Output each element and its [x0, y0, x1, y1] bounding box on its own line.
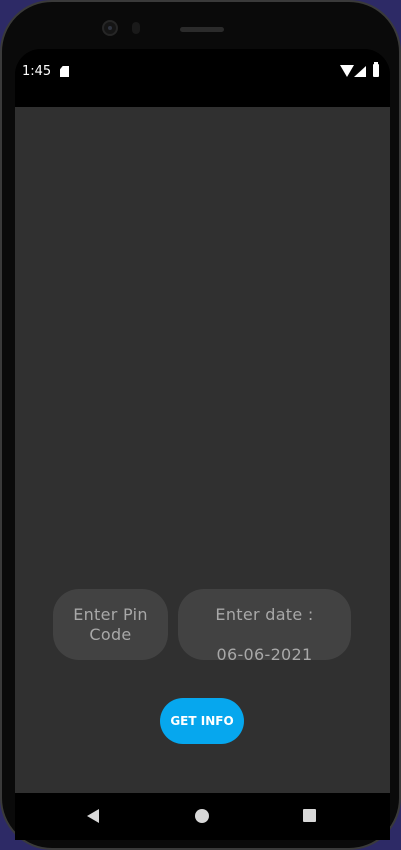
sd-card-icon [60, 66, 69, 77]
front-camera [102, 20, 118, 36]
phone-frame: 1:45 Enter Pin Code Enter date : 06-06-2… [0, 0, 401, 850]
pin-code-input[interactable]: Enter Pin Code [53, 589, 168, 660]
earpiece-speaker [180, 27, 224, 32]
date-input[interactable]: Enter date : 06-06-2021 [178, 589, 351, 664]
status-time: 1:45 [22, 64, 52, 79]
date-value: 06-06-2021 [216, 644, 313, 664]
date-label: Enter date : [215, 604, 314, 624]
navigation-bar [15, 793, 390, 840]
wifi-icon [340, 65, 354, 77]
date-text: Enter date : 06-06-2021 [215, 585, 313, 665]
pin-code-placeholder: Enter Pin Code [73, 604, 148, 644]
home-icon[interactable] [195, 809, 209, 823]
status-bar: 1:45 [15, 49, 390, 107]
proximity-sensor [132, 22, 140, 34]
battery-icon [373, 62, 379, 77]
recents-icon[interactable] [303, 809, 316, 822]
back-icon[interactable] [87, 809, 99, 823]
screen: 1:45 Enter Pin Code Enter date : 06-06-2… [15, 49, 390, 840]
app-content: Enter Pin Code Enter date : 06-06-2021 G… [15, 107, 390, 793]
signal-icon [354, 66, 366, 77]
get-info-button[interactable]: GET INFO [160, 698, 244, 744]
